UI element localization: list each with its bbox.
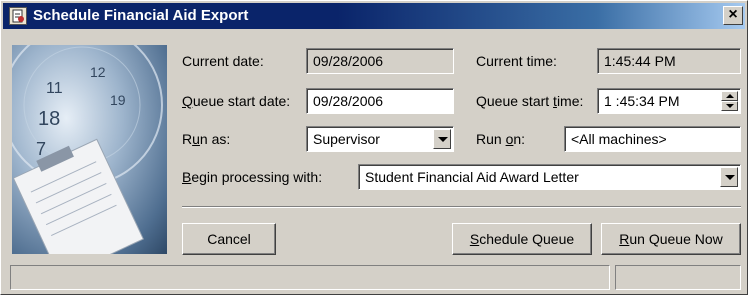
title-bar: Schedule Financial Aid Export × [3, 3, 745, 29]
run-as-select[interactable]: Supervisor [306, 126, 454, 152]
svg-text:11: 11 [46, 80, 63, 97]
run-as-label: Run as: [182, 131, 231, 147]
spin-down-icon[interactable] [721, 101, 738, 111]
run-as-value: Supervisor [313, 131, 380, 147]
chevron-down-icon[interactable] [720, 167, 738, 187]
status-bar-main [10, 265, 610, 290]
svg-text:7: 7 [36, 139, 46, 159]
schedule-dialog: Schedule Financial Aid Export × 11 12 19… [0, 0, 748, 295]
status-bar-secondary [615, 265, 741, 290]
current-time-field: 1:45:44 PM [597, 48, 741, 74]
queue-start-time-input[interactable]: 1 :45:34 PM [597, 88, 741, 114]
clipboard-clock-image: 11 12 19 18 7 6 9 [12, 45, 167, 254]
queue-start-time-label: Queue start time: [476, 93, 584, 109]
close-button[interactable]: × [723, 6, 743, 25]
run-on-input[interactable]: <All machines> [564, 126, 741, 152]
chevron-down-icon[interactable] [433, 129, 451, 149]
run-queue-now-button[interactable]: Run Queue Now [601, 223, 741, 255]
schedule-queue-button[interactable]: Schedule Queue [452, 223, 592, 255]
close-icon: × [728, 6, 738, 23]
spin-up-icon[interactable] [721, 91, 738, 101]
begin-processing-value: Student Financial Aid Award Letter [365, 169, 579, 185]
queue-start-time-value: 1 :45:34 PM [604, 93, 680, 109]
begin-processing-select[interactable]: Student Financial Aid Award Letter [358, 164, 741, 190]
current-time-label: Current time: [476, 53, 557, 69]
cancel-button[interactable]: Cancel [182, 223, 276, 255]
queue-start-date-label: Queue start date: [182, 93, 291, 109]
svg-text:12: 12 [90, 64, 106, 80]
divider [182, 206, 741, 208]
svg-text:18: 18 [38, 108, 60, 130]
current-date-label: Current date: [182, 53, 264, 69]
current-date-field: 09/28/2006 [306, 48, 454, 74]
svg-text:19: 19 [110, 92, 126, 108]
schedule-icon [9, 7, 27, 25]
queue-start-date-input[interactable]: 09/28/2006 [306, 88, 454, 114]
run-on-label: Run on: [476, 131, 526, 147]
window-title: Schedule Financial Aid Export [33, 7, 249, 24]
begin-processing-label: Begin processing with: [182, 169, 323, 185]
